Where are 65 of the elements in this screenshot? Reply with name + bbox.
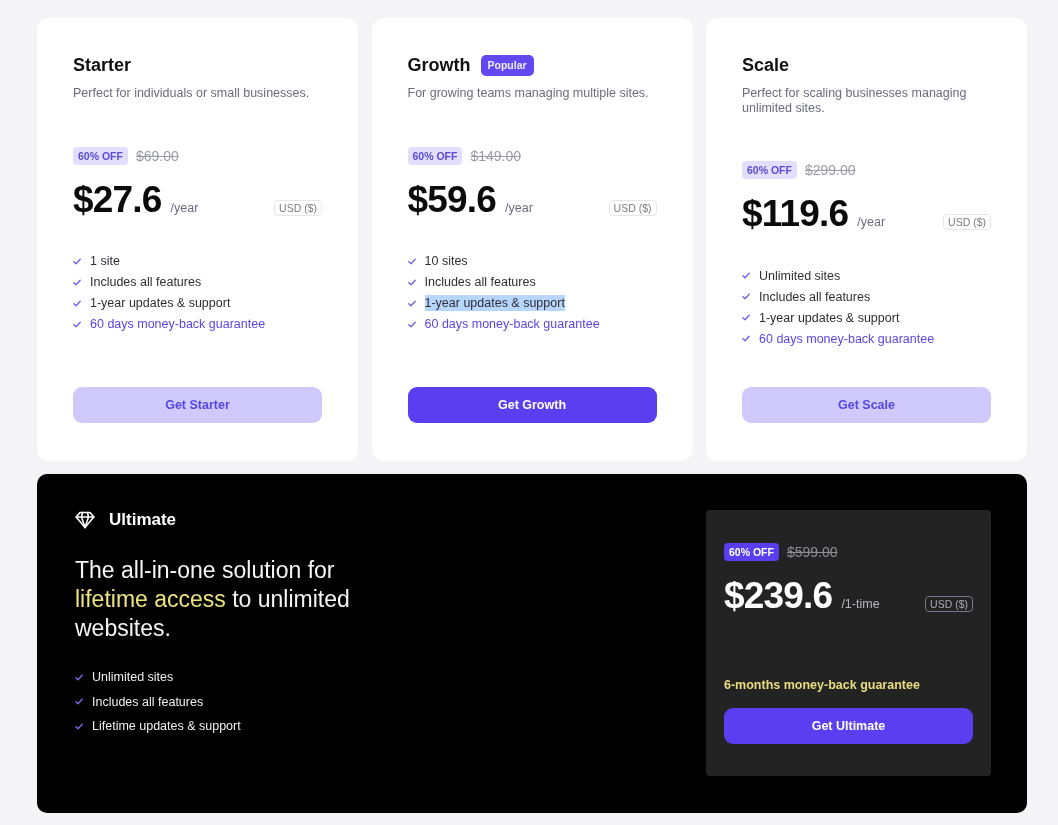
check-icon <box>407 299 416 307</box>
price: $59.6 <box>407 178 497 221</box>
billing-period: /year <box>505 200 533 215</box>
feature-text: 1-year updates & support <box>759 309 900 326</box>
plan-button[interactable]: Get Starter <box>73 387 322 423</box>
check-icon <box>73 299 81 307</box>
price: $239.6 <box>724 575 833 617</box>
billing-period: /1-time <box>841 597 880 611</box>
feature-text: Unlimited sites <box>92 670 174 685</box>
check-icon <box>407 320 416 328</box>
ultimate-headline: The all-in-one solution for lifetime access to unlimited websites. <box>75 556 351 643</box>
plan-description: For growing teams managing multiple sites. <box>407 86 650 101</box>
feature-text: 1 site <box>90 253 120 269</box>
check-icon <box>742 293 750 300</box>
check-icon <box>75 722 83 730</box>
plan-button[interactable]: Get Growth <box>407 387 657 423</box>
plan-button[interactable]: Get Ultimate <box>724 708 973 744</box>
plan-description: Perfect for individuals or small businesses. <box>73 86 311 101</box>
feature-text: Lifetime updates & support <box>92 719 241 734</box>
check-icon <box>742 314 750 321</box>
check-icon <box>407 257 416 265</box>
guarantee-text: 6-months money-back guarantee <box>724 678 921 692</box>
feature-text: 10 sites <box>424 253 468 269</box>
original-price: $69.00 <box>135 147 179 164</box>
feature-text: 1-year updates & support <box>424 295 565 311</box>
plan-name: Ultimate <box>109 510 177 530</box>
original-price: $599.00 <box>786 544 838 560</box>
feature-text: Includes all features <box>424 274 536 290</box>
check-icon <box>73 257 81 265</box>
feature-text: Includes all features <box>90 274 202 290</box>
price: $27.6 <box>73 178 162 221</box>
currency-badge: USD ($) <box>943 214 991 230</box>
check-icon <box>742 335 750 342</box>
check-icon <box>75 673 83 681</box>
discount-badge: 60% OFF <box>742 161 797 179</box>
feature-text: 60 days money-back guarantee <box>424 316 600 332</box>
feature-text: 1-year updates & support <box>90 295 231 311</box>
check-icon <box>73 278 81 286</box>
discount-badge: 60% OFF <box>407 146 463 165</box>
price: $119.6 <box>742 193 849 235</box>
diamond-icon <box>75 511 95 529</box>
billing-period: /year <box>170 200 199 215</box>
currency-badge: USD ($) <box>274 199 322 216</box>
currency-badge: USD ($) <box>925 596 973 612</box>
discount-badge: 60% OFF <box>73 146 128 165</box>
plan-name: Starter <box>73 55 132 75</box>
feature-text: Includes all features <box>759 288 871 305</box>
plan-description: Perfect for scaling businesses managing unlimited sites. <box>742 86 968 115</box>
check-icon <box>75 698 83 706</box>
currency-badge: USD ($) <box>608 199 657 216</box>
original-price: $149.00 <box>470 147 522 164</box>
feature-text: Unlimited sites <box>759 267 841 284</box>
popular-badge: Popular <box>480 54 534 76</box>
feature-text: 60 days money-back guarantee <box>759 330 935 347</box>
discount-badge: 60% OFF <box>724 543 779 561</box>
feature-text: 60 days money-back guarantee <box>90 316 266 332</box>
plan-button[interactable]: Get Scale <box>742 387 991 423</box>
check-icon <box>407 278 416 286</box>
plan-name: Scale <box>742 55 790 75</box>
check-icon <box>73 320 81 328</box>
feature-text: Includes all features <box>92 694 204 709</box>
original-price: $299.00 <box>804 162 856 178</box>
check-icon <box>742 272 750 279</box>
plan-name: Growth <box>407 55 471 75</box>
billing-period: /year <box>857 215 886 229</box>
